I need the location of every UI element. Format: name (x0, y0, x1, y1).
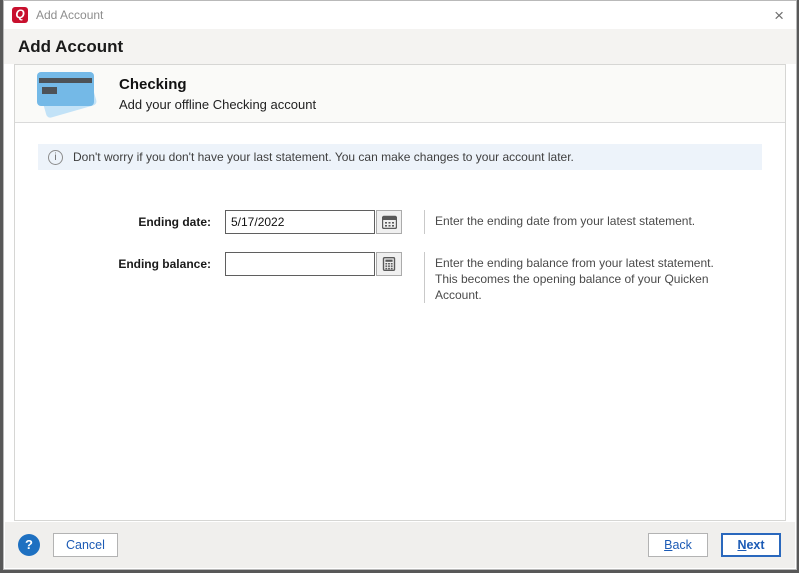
divider (424, 252, 425, 303)
divider (424, 210, 425, 234)
footer-bar: ? Cancel Back Next (5, 522, 795, 568)
quicken-logo-icon: Q (12, 7, 28, 23)
window-title: Add Account (36, 8, 103, 22)
ending-balance-row: Ending balance: (15, 252, 785, 303)
ending-date-input[interactable] (225, 210, 375, 234)
next-button[interactable]: Next (721, 533, 781, 557)
calendar-button[interactable] (376, 210, 402, 234)
account-type-subtitle: Add your offline Checking account (119, 97, 316, 112)
credit-card-icon (35, 71, 99, 117)
close-icon[interactable]: × (774, 7, 784, 24)
calendar-icon (382, 215, 397, 229)
calculator-icon (382, 257, 396, 271)
account-type-title: Checking (119, 76, 316, 93)
info-icon: i (48, 150, 63, 165)
ending-balance-help: Enter the ending balance from your lates… (435, 252, 720, 303)
page-title: Add Account (18, 37, 123, 57)
ending-balance-label: Ending balance: (15, 252, 211, 276)
ending-date-label: Ending date: (15, 210, 211, 234)
ending-date-help: Enter the ending date from your latest s… (435, 210, 720, 230)
back-button[interactable]: Back (648, 533, 708, 557)
add-account-dialog: Q Add Account × Add Account Checking Add… (3, 0, 797, 570)
info-notice: i Don't worry if you don't have your las… (38, 144, 762, 170)
title-bar: Q Add Account × (4, 1, 796, 29)
account-type-banner: Checking Add your offline Checking accou… (15, 65, 785, 123)
help-icon[interactable]: ? (18, 534, 40, 556)
notice-text: Don't worry if you don't have your last … (73, 150, 574, 164)
ending-date-row: Ending date: (15, 210, 785, 234)
page-header: Add Account (4, 29, 796, 64)
statement-form: Ending date: (15, 210, 785, 303)
cancel-button[interactable]: Cancel (53, 533, 118, 557)
ending-balance-input[interactable] (225, 252, 375, 276)
calculator-button[interactable] (376, 252, 402, 276)
content-panel: Checking Add your offline Checking accou… (14, 64, 786, 521)
